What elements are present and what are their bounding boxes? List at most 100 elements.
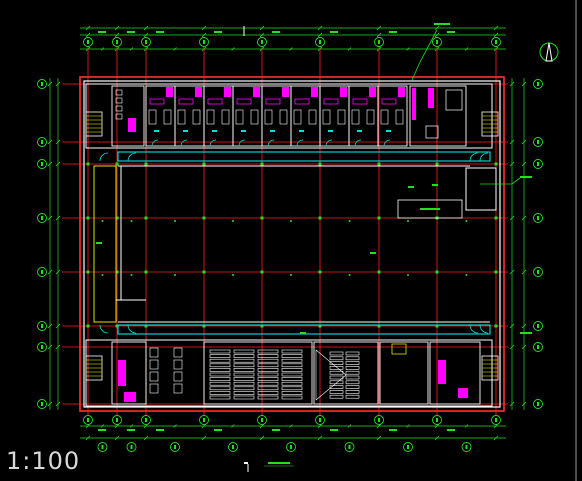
room-label <box>370 252 376 254</box>
dimension-text <box>98 429 106 431</box>
room-label <box>270 130 275 132</box>
column-marker <box>260 216 264 220</box>
dimension-text <box>156 429 164 431</box>
dimension-text <box>214 31 222 33</box>
column-marker <box>435 270 439 274</box>
dimension-text <box>389 31 397 33</box>
room-label <box>432 184 438 186</box>
toilet-fill <box>458 388 468 398</box>
bathroom-fill <box>282 87 289 97</box>
axis-bubble-label <box>319 418 321 422</box>
axis-bubble-label <box>41 402 43 406</box>
column-marker <box>407 220 409 222</box>
shaft-fill <box>428 88 434 108</box>
toilet-fill <box>124 392 136 402</box>
axis-bubble-label <box>261 418 263 422</box>
dimension-text <box>127 31 135 33</box>
column-marker <box>318 162 322 166</box>
room-label <box>386 130 391 132</box>
bathroom-fill <box>369 87 376 97</box>
axis-bubble-label <box>101 445 104 449</box>
column-marker <box>435 162 439 166</box>
axis-bubble-label <box>203 418 205 422</box>
axis-bubble-label <box>378 418 380 422</box>
column-marker <box>318 270 322 274</box>
axis-bubble-label <box>145 40 147 44</box>
column-marker <box>348 220 351 222</box>
dimension-text <box>156 31 164 33</box>
axis-bubble-label <box>261 40 263 44</box>
axis-bubble-label <box>436 418 438 422</box>
bathroom-fill <box>311 87 318 97</box>
floor-plan-drawing <box>0 0 582 481</box>
column-marker <box>465 220 468 222</box>
dimension-text <box>330 429 338 431</box>
axis-bubble-label <box>41 216 43 220</box>
column-marker <box>465 274 468 276</box>
axis-bubble-label <box>319 40 321 44</box>
drawing-title <box>268 462 290 464</box>
column-marker <box>348 274 351 276</box>
column-marker <box>232 274 234 276</box>
scale-label: 1:100 <box>6 447 81 475</box>
axis-bubble-label <box>537 82 539 86</box>
axis-bubble-label <box>537 216 539 220</box>
column-marker <box>174 220 176 222</box>
column-marker <box>290 220 292 222</box>
axis-bubble-label <box>116 418 118 422</box>
column-marker <box>130 274 133 276</box>
dimension-text <box>447 429 455 431</box>
room-label <box>300 332 306 334</box>
axis-bubble-label <box>232 445 234 449</box>
axis-bubble-label <box>87 40 89 44</box>
axis-bubble-label <box>116 40 118 44</box>
axis-bubble-label <box>290 445 292 449</box>
column-marker <box>377 270 381 274</box>
axis-bubble-label <box>348 445 351 449</box>
section-mark-icon <box>244 462 248 464</box>
info-box-text <box>420 208 440 210</box>
dimension-text <box>447 31 455 33</box>
column-marker <box>202 216 206 220</box>
room-label <box>408 186 414 188</box>
axis-bubble-label <box>495 418 497 422</box>
axis-bubble-label <box>41 162 43 166</box>
bathroom-fill <box>340 87 347 97</box>
column-marker <box>101 220 104 222</box>
axis-bubble-label <box>87 418 89 422</box>
leader-label <box>434 23 450 25</box>
room-label <box>241 130 246 132</box>
dimension-text <box>214 429 222 431</box>
dimension-text <box>98 31 106 33</box>
axis-bubble-label <box>203 40 205 44</box>
column-marker <box>86 162 90 166</box>
axis-bubble-label <box>537 402 539 406</box>
column-marker <box>494 162 498 166</box>
axis-bubble-label <box>145 418 147 422</box>
column-marker <box>407 274 409 276</box>
axis-bubble-label <box>41 140 43 144</box>
axis-bubble-label <box>436 40 438 44</box>
column-marker <box>202 270 206 274</box>
axis-bubble-label <box>537 162 539 166</box>
column-marker <box>377 216 381 220</box>
axis-bubble-label <box>537 140 539 144</box>
bathroom-fill <box>166 87 173 97</box>
room-label <box>299 130 304 132</box>
column-marker <box>144 216 148 220</box>
axis-bubble-label <box>378 40 380 44</box>
axis-bubble-label <box>41 82 43 86</box>
axis-bubble-label <box>537 324 539 328</box>
column-marker <box>232 220 234 222</box>
bathroom-fill <box>253 87 260 97</box>
axis-bubble-label <box>130 445 133 449</box>
bathroom-fill <box>398 87 405 97</box>
column-marker <box>115 162 119 166</box>
column-marker <box>101 274 104 276</box>
column-marker <box>174 274 176 276</box>
dimension-text <box>389 429 397 431</box>
leader-label <box>520 176 532 178</box>
column-marker <box>86 270 90 274</box>
axis-bubble-label <box>495 40 497 44</box>
axis-bubble-label <box>407 445 409 449</box>
